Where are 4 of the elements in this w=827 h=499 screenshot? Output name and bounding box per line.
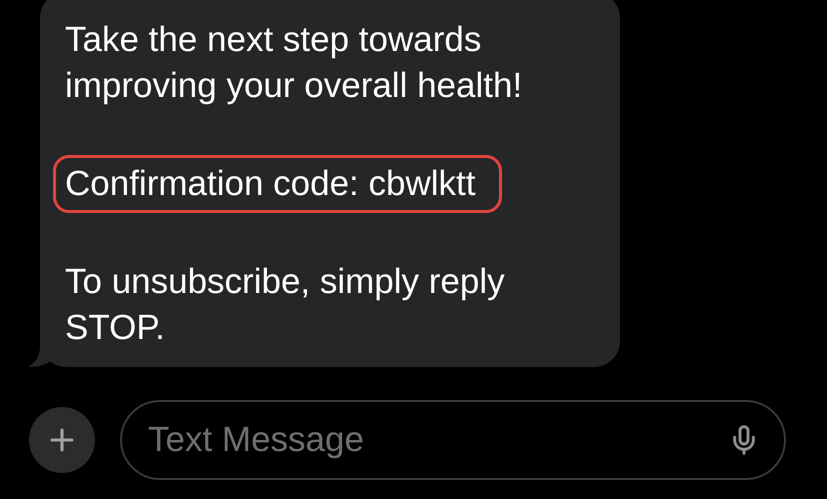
message-text: Take the next step towards improving your overall health! — [65, 19, 524, 107]
message-input-field[interactable]: Text Message — [120, 400, 786, 480]
message-text: To unsubscribe, simply reply STOP. — [65, 261, 506, 349]
highlighted-message-text: Confirmation code: cbwlktt — [53, 155, 502, 213]
